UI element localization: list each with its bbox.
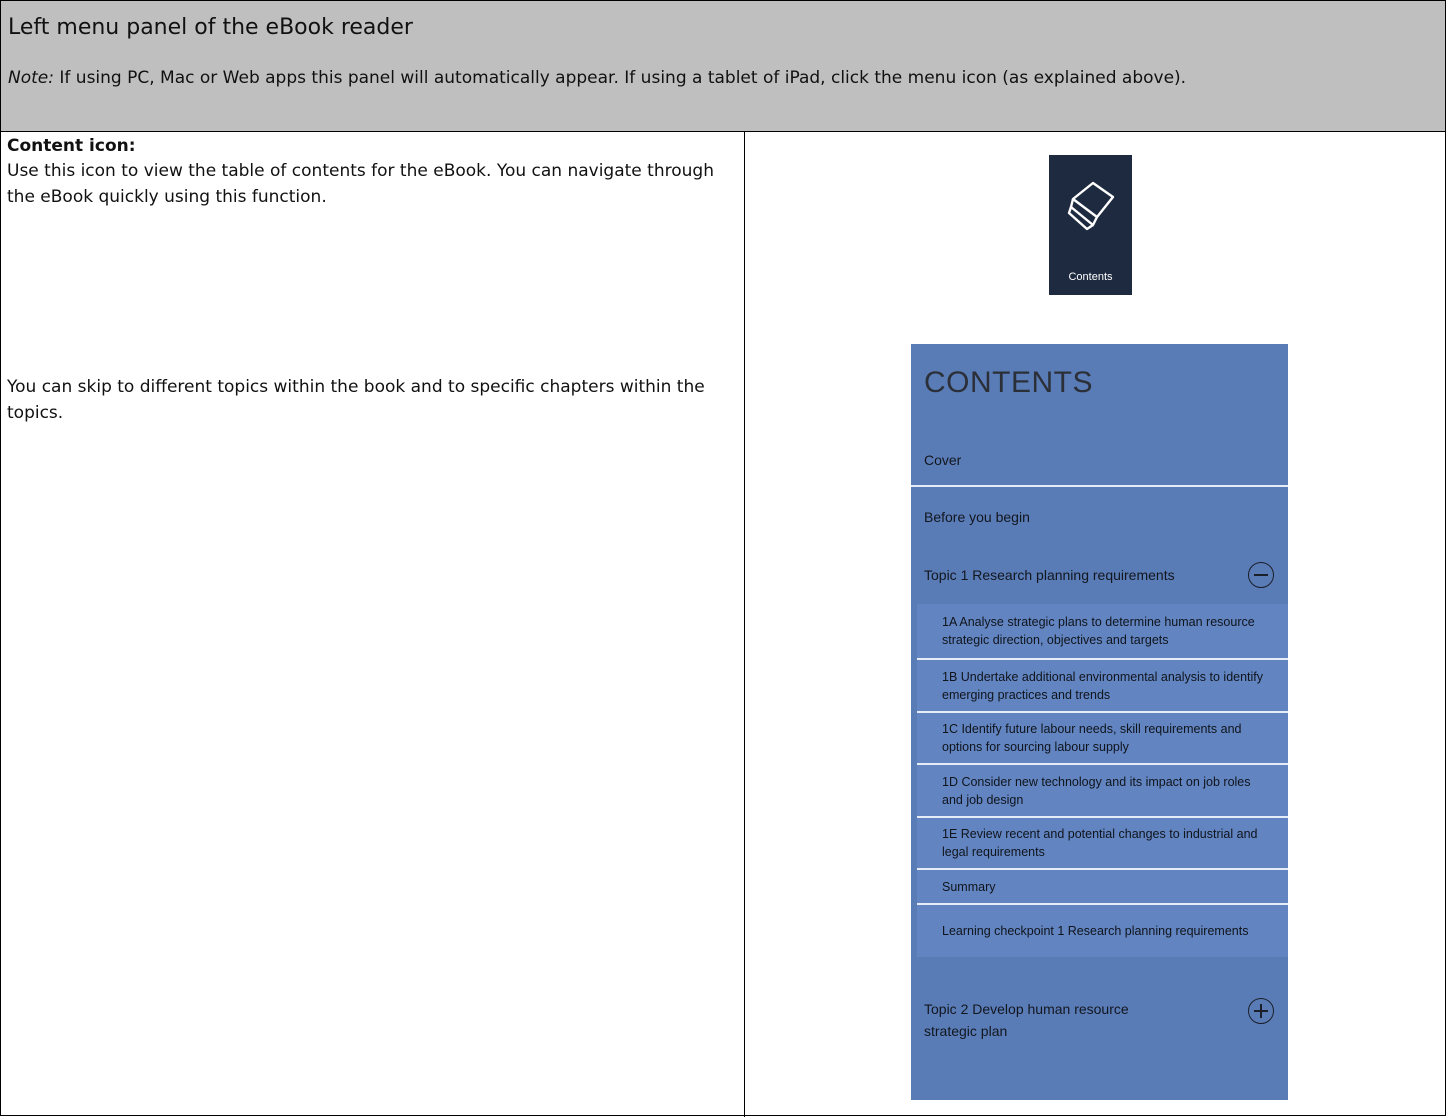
contents-panel: CONTENTS Cover Before you begin Topic 1 … — [911, 344, 1288, 1100]
contents-icon-label: Contents — [1068, 271, 1113, 283]
toc-subitem-label: 1B Undertake additional environmental an… — [942, 669, 1264, 702]
toc-subitem-1d[interactable]: 1D Consider new technology and its impac… — [917, 763, 1288, 816]
content-icon-heading: Content icon: — [7, 136, 136, 156]
section-note: Note: If using PC, Mac or Web apps this … — [8, 65, 1428, 91]
toc-subitem-label: Summary — [942, 879, 996, 894]
left-column: Content icon: Use this icon to view the … — [7, 134, 737, 423]
toc-item-label: Topic 1 Research planning requirements — [924, 567, 1175, 583]
document-table: Left menu panel of the eBook reader Note… — [0, 0, 1446, 1117]
toc-subitem-label: 1E Review recent and potential changes t… — [942, 827, 1258, 859]
collapse-icon[interactable] — [1248, 562, 1274, 588]
toc-subitem-label: 1A Analyse strategic plans to determine … — [942, 615, 1255, 647]
toc-subitem-1c[interactable]: 1C Identify future labour needs, skill r… — [917, 711, 1288, 763]
contents-panel-title: CONTENTS — [924, 366, 1093, 399]
section-title: Left menu panel of the eBook reader — [8, 15, 413, 40]
toc-subitem-label: Learning checkpoint 1 Research planning … — [942, 924, 1249, 938]
toc-item-label: Topic 2 Develop human resource strategic… — [924, 1001, 1129, 1039]
contents-icon-button[interactable]: Contents — [1049, 155, 1132, 295]
toc-subitem-label: 1C Identify future labour needs, skill r… — [942, 722, 1242, 754]
toc-item-topic-2[interactable]: Topic 2 Develop human resource strategic… — [911, 957, 1288, 1100]
toc-subitem-1a[interactable]: 1A Analyse strategic plans to determine … — [917, 604, 1288, 658]
open-book-icon — [1067, 181, 1115, 231]
section-header: Left menu panel of the eBook reader Note… — [1, 1, 1445, 132]
note-label: Note: — [8, 68, 54, 88]
toc-subitem-1b[interactable]: 1B Undertake additional environmental an… — [917, 658, 1288, 711]
column-divider — [744, 132, 745, 1117]
toc-item-topic-1[interactable]: Topic 1 Research planning requirements — [911, 547, 1288, 603]
toc-item-label: Before you begin — [924, 509, 1030, 525]
toc-subitem-label: 1D Consider new technology and its impac… — [942, 774, 1251, 807]
toc-subitem-learning-checkpoint[interactable]: Learning checkpoint 1 Research planning … — [917, 903, 1288, 957]
note-text: If using PC, Mac or Web apps this panel … — [53, 68, 1187, 88]
skip-topics-description: You can skip to different topics within … — [7, 377, 705, 423]
toc-item-label: Cover — [924, 452, 962, 468]
toc-subitem-summary[interactable]: Summary — [917, 868, 1288, 903]
toc-subitem-1e[interactable]: 1E Review recent and potential changes t… — [917, 816, 1288, 868]
toc-item-before-you-begin[interactable]: Before you begin — [911, 485, 1288, 547]
toc-item-cover[interactable]: Cover — [911, 435, 1288, 485]
content-icon-description: Use this icon to view the table of conte… — [7, 161, 714, 207]
expand-icon[interactable] — [1248, 998, 1274, 1024]
